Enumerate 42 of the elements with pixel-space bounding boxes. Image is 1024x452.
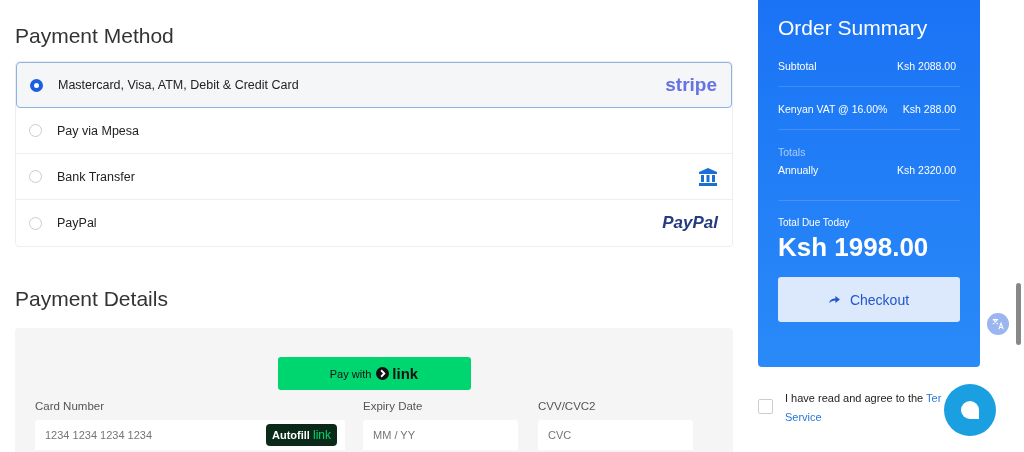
option-label: Mastercard, Visa, ATM, Debit & Credit Card: [58, 78, 300, 92]
terms-text: I have read and agree to the: [785, 392, 924, 404]
forward-arrow-icon: [828, 295, 840, 304]
payment-option[interactable]: PayPal PayPal: [16, 200, 732, 246]
summary-amount: Ksh 2088.00: [897, 60, 956, 72]
payment-option[interactable]: Mastercard, Visa, ATM, Debit & Credit Card stripe: [16, 62, 732, 108]
input-field[interactable]: MM / YY: [363, 420, 518, 450]
payment-option[interactable]: Pay via Mpesa: [16, 108, 732, 154]
chat-button[interactable]: [944, 384, 996, 436]
section-title: Payment Details: [15, 287, 169, 312]
paypal-logo: PayPal: [662, 213, 718, 233]
field-label: CVV/CVC2: [538, 400, 597, 412]
bank-icon: [698, 166, 718, 187]
field-label: Card Number: [35, 400, 106, 412]
total-due-amount: Ksh 1998.00: [778, 232, 930, 263]
scrollbar-thumb[interactable]: [1016, 283, 1021, 345]
summary-label: Annually: [778, 164, 819, 176]
option-label: Pay via Mpesa: [57, 123, 140, 138]
arrow-circle-icon: [376, 367, 390, 380]
summary-label: Kenyan VAT @ 16.00%: [778, 103, 888, 115]
translate-icon[interactable]: [987, 313, 1009, 335]
stripe-logo: stripe: [665, 74, 717, 96]
pay-with-link-button[interactable]: Pay with link: [277, 357, 471, 390]
section-title: Payment Method: [15, 24, 175, 49]
option-label: Bank Transfer: [57, 169, 136, 184]
field-label: Expiry Date: [363, 400, 424, 412]
summary-amount: Ksh 288.00: [902, 103, 956, 115]
terms-link[interactable]: Ter: [926, 392, 942, 404]
input-field[interactable]: CVC: [538, 420, 693, 450]
option-label: PayPal: [57, 216, 98, 230]
chat-bubble-icon: [960, 400, 980, 420]
summary-label: Subtotal: [778, 60, 817, 72]
radio-button[interactable]: [30, 78, 43, 92]
terms-link[interactable]: Service: [785, 411, 822, 423]
summary-heading: Totals: [778, 146, 807, 158]
payment-option[interactable]: Bank Transfer: [16, 154, 732, 200]
terms-checkbox[interactable]: [758, 399, 773, 414]
autofill-link-button[interactable]: Autofill link: [266, 424, 337, 446]
total-due-label: Total Due Today: [778, 217, 851, 228]
checkout-button[interactable]: Checkout: [778, 277, 960, 322]
summary-amount: Ksh 2320.00: [897, 164, 956, 176]
summary-title: Order Summary: [778, 16, 929, 40]
